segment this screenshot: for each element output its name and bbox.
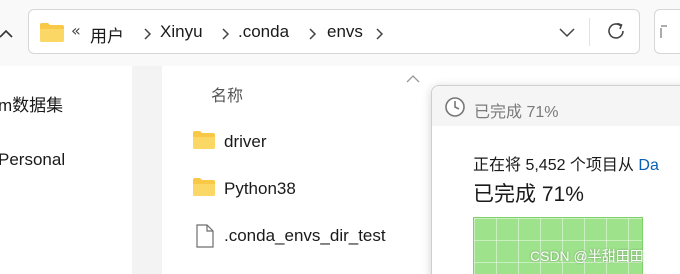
list-item[interactable]: Python38 [192, 177, 452, 203]
file-name: .conda_envs_dir_test [224, 226, 386, 245]
breadcrumb-conda[interactable]: .conda [238, 22, 289, 42]
list-item[interactable]: .conda_envs_dir_test [192, 224, 452, 250]
up-chevron-icon[interactable] [0, 24, 14, 42]
status-prefix: 正在将 5,452 个项目从 [473, 157, 639, 174]
dialog-titlebar[interactable]: 已完成 71% [432, 86, 680, 126]
file-name: driver [224, 132, 267, 151]
dialog-title: 已完成 71% [474, 104, 559, 121]
progress-percent-label: 已完成 71% [473, 183, 584, 206]
sort-arrow-icon [406, 70, 420, 83]
navigation-pane: m数据集 Personal [0, 66, 132, 274]
breadcrumb-overflow-button[interactable]: « [71, 21, 81, 40]
address-bar[interactable]: « 用户 Xinyu .conda envs [28, 9, 640, 54]
chevron-down-icon[interactable] [557, 25, 577, 39]
folder-icon [39, 21, 65, 43]
breadcrumb-users[interactable]: 用户 [90, 22, 124, 47]
folder-icon [192, 177, 216, 202]
toolbar: « 用户 Xinyu .conda envs [0, 0, 680, 66]
pane-separator[interactable] [132, 66, 162, 274]
folder-icon [192, 130, 216, 155]
list-item[interactable]: driver [192, 130, 452, 156]
chevron-right-icon[interactable] [308, 27, 318, 40]
column-header-name[interactable]: 名称 [211, 82, 243, 106]
breadcrumb-xinyu[interactable]: Xinyu [160, 22, 203, 42]
refresh-icon[interactable] [605, 20, 627, 42]
watermark: CSDN @半甜田田 [530, 248, 644, 264]
sidebar-item-dataset[interactable]: m数据集 [0, 91, 63, 116]
file-icon [196, 224, 214, 253]
chevron-right-icon[interactable] [221, 27, 231, 40]
search-box[interactable] [654, 9, 680, 54]
file-name: Python38 [224, 179, 296, 198]
status-text: 正在将 5,452 个项目从 Da [473, 151, 659, 175]
clock-icon [444, 96, 466, 123]
up-chevron-icon [660, 25, 667, 38]
sidebar-item-personal[interactable]: Personal [0, 150, 65, 170]
breadcrumb-envs[interactable]: envs [327, 22, 363, 42]
divider [589, 18, 590, 46]
chevron-right-icon[interactable] [143, 27, 153, 40]
chevron-right-icon[interactable] [375, 27, 385, 40]
source-link[interactable]: Da [638, 157, 658, 174]
